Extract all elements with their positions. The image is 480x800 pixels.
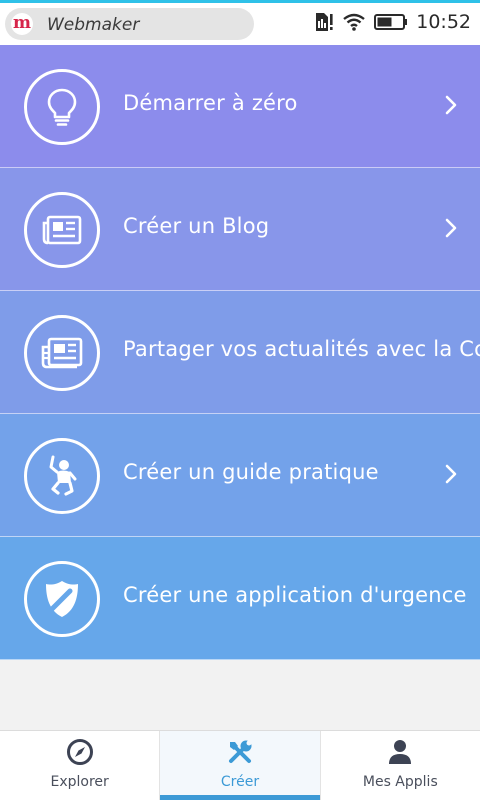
list-item-create-blog[interactable]: Créer un Blog <box>0 168 480 291</box>
status-bar: m Webmaker 10:52 <box>0 0 480 45</box>
app-title-pill[interactable]: m Webmaker <box>5 8 254 40</box>
chevron-right-icon <box>444 94 458 120</box>
news-share-icon <box>24 315 100 391</box>
badge-shield-icon <box>24 561 100 637</box>
chevron-right-icon <box>444 217 458 243</box>
list-item-label: Créer un guide pratique <box>123 460 379 484</box>
lightbulb-icon <box>24 69 100 145</box>
tab-label: Explorer <box>50 774 109 790</box>
battery-icon <box>374 14 408 30</box>
tab-mes-applis[interactable]: Mes Applis <box>321 731 480 800</box>
tab-label: Mes Applis <box>362 774 438 790</box>
sim-alert-icon <box>314 12 334 32</box>
list-item-label: Démarrer à zéro <box>123 91 298 115</box>
clock: 10:52 <box>416 11 471 33</box>
person-guide-icon <box>24 438 100 514</box>
webmaker-logo: m <box>11 13 33 35</box>
list-item-emergency-app[interactable]: Créer une application d'urgence <box>0 537 480 660</box>
list-item-create-guide[interactable]: Créer un guide pratique <box>0 414 480 537</box>
create-options-list: Démarrer à zéro Créer un Blog Partager v… <box>0 45 480 660</box>
bottom-navigation: Explorer Créer Mes Applis <box>0 730 480 800</box>
list-item-label: Créer un Blog <box>123 214 270 238</box>
list-item-label: Partager vos actualités avec la Co <box>123 337 480 361</box>
logo-letter: m <box>13 12 31 33</box>
newspaper-icon <box>24 192 100 268</box>
list-item-share-news[interactable]: Partager vos actualités avec la Co <box>0 291 480 414</box>
tab-explorer[interactable]: Explorer <box>0 731 161 800</box>
app-name: Webmaker <box>47 15 140 35</box>
list-item-label: Créer une application d'urgence <box>123 583 467 607</box>
chevron-right-icon <box>444 463 458 489</box>
compass-icon <box>66 738 94 770</box>
system-icons: 10:52 <box>314 6 480 38</box>
tools-icon <box>226 738 254 770</box>
user-icon <box>386 738 414 770</box>
tab-creer[interactable]: Créer <box>160 731 321 800</box>
wifi-icon <box>342 12 366 32</box>
tab-label: Créer <box>220 774 260 790</box>
list-item-start-from-scratch[interactable]: Démarrer à zéro <box>0 45 480 168</box>
